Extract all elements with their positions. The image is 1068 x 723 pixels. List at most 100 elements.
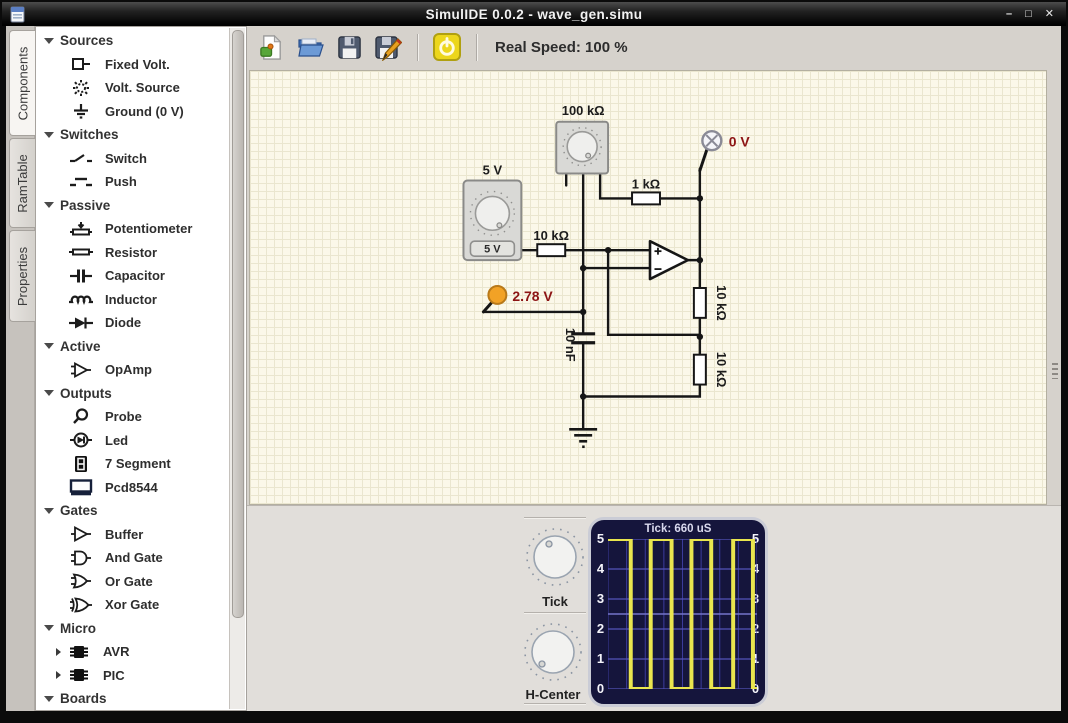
voltage-source-component[interactable]: 5 V 5 V [463, 163, 521, 261]
tree-category-gates[interactable]: Gates [36, 499, 246, 523]
volt-source-icon [66, 79, 96, 97]
ground-symbol[interactable] [569, 429, 597, 446]
oscilloscope-panel: Tick H-Center Tick: 660 uS 543210 543210 [247, 505, 1061, 711]
tree-category-sources[interactable]: Sources [36, 29, 246, 53]
tick-knob[interactable] [523, 525, 587, 589]
potentiometer-component[interactable]: 100 kΩ [556, 103, 608, 174]
circuit-drawing: 100 kΩ 5 V 5 V [250, 71, 1046, 504]
new-circuit-button[interactable] [256, 32, 286, 62]
tree-item-opamp[interactable]: OpAmp [36, 358, 246, 382]
capacitor-component[interactable]: 10 nF [563, 328, 595, 362]
tree-item-led[interactable]: Led [36, 429, 246, 453]
scope-ylabel: 1 [593, 651, 608, 666]
tree-item-resistor[interactable]: Resistor [36, 241, 246, 265]
oscilloscope-display[interactable]: Tick: 660 uS 543210 543210 [588, 517, 768, 707]
tree-item-pic[interactable]: PIC [36, 664, 246, 688]
tree-item-ground[interactable]: Ground (0 V) [36, 100, 246, 124]
h-center-knob[interactable] [521, 620, 585, 684]
probe-capacitor[interactable]: 2.78 V [488, 286, 553, 304]
scope-ylabel: 5 [593, 531, 608, 546]
save-button[interactable] [334, 32, 364, 62]
tree-item-pcd8544[interactable]: Pcd8544 [36, 476, 246, 500]
tab-components[interactable]: Components [9, 30, 36, 136]
scope-ylabel: 3 [593, 591, 608, 606]
tree-category-passive[interactable]: Passive [36, 194, 246, 218]
circuit-canvas[interactable]: 100 kΩ 5 V 5 V [249, 70, 1047, 505]
tree-item-and-gate[interactable]: And Gate [36, 546, 246, 570]
tab-components-label: Components [15, 46, 30, 120]
tree-item-diode[interactable]: Diode [36, 311, 246, 335]
caret-down-icon [44, 390, 54, 396]
expander-right-icon[interactable] [56, 671, 61, 679]
tick-knob-label: Tick [510, 594, 600, 609]
toolbar-separator [476, 34, 477, 61]
tree-item-push[interactable]: Push [36, 170, 246, 194]
tree-category-active[interactable]: Active [36, 335, 246, 359]
tab-properties[interactable]: Properties [9, 230, 35, 322]
tree-category-outputs[interactable]: Outputs [36, 382, 246, 406]
tree-item-potentiometer[interactable]: Potentiometer [36, 217, 246, 241]
side-tab-strip: Components RamTable Properties [6, 26, 35, 711]
pcd8544-icon [66, 478, 96, 496]
probe-output[interactable]: 0 V [702, 131, 750, 150]
tree-item-volt-source[interactable]: Volt. Source [36, 76, 246, 100]
tree-item-or-gate[interactable]: Or Gate [36, 570, 246, 594]
seven-segment-icon [66, 455, 96, 473]
minimize-button[interactable]: – [1006, 7, 1012, 21]
tab-properties-label: Properties [15, 246, 30, 305]
tree-item-fixed-volt[interactable]: Fixed Volt. [36, 53, 246, 77]
tree-item-inductor[interactable]: Inductor [36, 288, 246, 312]
caret-down-icon [44, 202, 54, 208]
tree-item-buffer[interactable]: Buffer [36, 523, 246, 547]
opamp-component[interactable] [650, 241, 688, 279]
resistor-icon [66, 243, 96, 261]
tree-category-switches[interactable]: Switches [36, 123, 246, 147]
resistor-10k-feedback-bottom[interactable]: 10 kΩ [694, 352, 729, 388]
or-gate-icon [66, 572, 96, 590]
caret-down-icon [44, 38, 54, 44]
tab-ramtable[interactable]: RamTable [9, 138, 35, 228]
tree-item-probe[interactable]: Probe [36, 405, 246, 429]
fixed-volt-icon [66, 55, 96, 73]
tree-scrollbar-thumb[interactable] [232, 30, 244, 618]
toolbar-separator [417, 34, 418, 61]
power-button[interactable] [432, 32, 462, 62]
tree-category-micro[interactable]: Micro [36, 617, 246, 641]
caret-down-icon [44, 132, 54, 138]
resistor-10k-feedback-top[interactable]: 10 kΩ [694, 285, 729, 321]
open-file-button[interactable] [295, 32, 325, 62]
chip-icon [64, 643, 94, 661]
tree-item-capacitor[interactable]: Capacitor [36, 264, 246, 288]
resistor-10k-input[interactable]: 10 kΩ [533, 228, 569, 256]
expander-right-icon[interactable] [56, 648, 61, 656]
caret-down-icon [44, 625, 54, 631]
buffer-icon [66, 525, 96, 543]
close-button[interactable]: ✕ [1045, 7, 1054, 21]
scope-title: Tick: 660 uS [591, 523, 765, 535]
save-as-icon [374, 33, 402, 61]
potentiometer-label: 100 kΩ [562, 103, 605, 118]
maximize-button[interactable]: □ [1025, 7, 1032, 21]
xor-gate-icon [66, 596, 96, 614]
tree-item-switch[interactable]: Switch [36, 147, 246, 171]
voltage-source-display: 5 V [484, 244, 501, 256]
save-as-button[interactable] [373, 32, 403, 62]
tree-scrollbar[interactable] [229, 28, 245, 709]
splitter-handle-icon [1052, 363, 1058, 379]
capacitor-icon [66, 267, 96, 285]
toolbar: Real Speed: 100 % [247, 26, 1061, 68]
tab-ramtable-label: RamTable [15, 154, 30, 213]
resistor-10k-input-label: 10 kΩ [533, 228, 569, 243]
tree-item-board-partial[interactable] [36, 711, 246, 712]
probe-output-value: 0 V [729, 134, 751, 150]
probe-capacitor-value: 2.78 V [512, 288, 553, 304]
tree-item-7segment[interactable]: 7 Segment [36, 452, 246, 476]
dock-splitter[interactable] [1049, 68, 1061, 505]
resistor-1k-output[interactable]: 1 kΩ [632, 176, 660, 204]
title-bar[interactable]: SimulIDE 0.0.2 - wave_gen.simu – □ ✕ [2, 2, 1066, 26]
panel-divider [524, 612, 586, 613]
tree-item-xor-gate[interactable]: Xor Gate [36, 593, 246, 617]
tree-item-avr[interactable]: AVR [36, 640, 246, 664]
components-tree: Sources Fixed Volt. Volt. Source Ground … [35, 26, 247, 711]
tree-category-boards[interactable]: Boards [36, 687, 246, 711]
